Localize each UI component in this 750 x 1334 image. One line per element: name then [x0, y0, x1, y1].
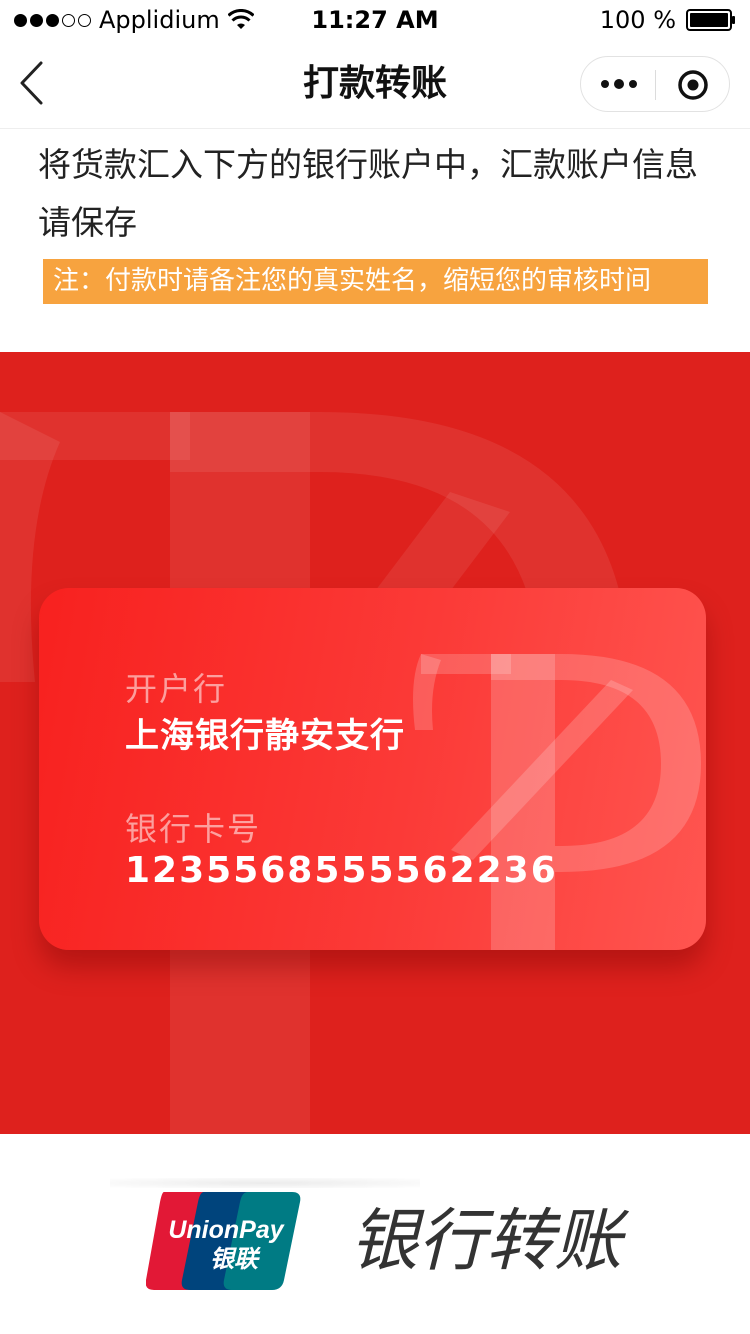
transfer-instructions: 将货款汇入下方的银行账户中，汇款账户信息请保存: [38, 145, 698, 242]
footer-shadow: [110, 1178, 420, 1188]
status-right: 100 %: [600, 4, 736, 36]
capsule-divider: [655, 70, 656, 100]
bank-name: 上海银行静安支行: [125, 716, 405, 756]
notice-banner: 注：付款时请备注您的真实姓名，缩短您的审核时间: [43, 259, 708, 304]
carrier-name: Applidium: [99, 6, 220, 34]
battery-icon: [686, 9, 735, 31]
status-bar: Applidium 11:27 AM 100 %: [0, 0, 750, 40]
bank-card: 开户行 上海银行静安支行 银行卡号 1235568555562236: [39, 588, 706, 950]
nav-bar: 打款转账: [0, 40, 750, 129]
footer-title: 银行转账: [350, 1202, 623, 1281]
bank-label: 开户行: [125, 670, 228, 708]
unionpay-logo-icon: UnionPay 银联: [146, 1192, 301, 1290]
card-logo-icon: [413, 654, 701, 950]
wifi-icon: [227, 9, 254, 29]
card-number: 1235568555562236: [125, 850, 558, 891]
card-panel: 开户行 上海银行静安支行 银行卡号 1235568555562236: [0, 352, 750, 1134]
mini-program-capsule: [580, 56, 730, 112]
svg-text:银联: 银联: [210, 1245, 261, 1273]
status-left: Applidium: [14, 4, 254, 36]
battery-percent: 100 %: [599, 6, 676, 34]
signal-strength-icon: [14, 13, 91, 27]
back-arrow-icon[interactable]: [14, 58, 50, 108]
card-number-label: 银行卡号: [125, 810, 262, 848]
svg-text:UnionPay: UnionPay: [168, 1216, 284, 1244]
more-icon[interactable]: [597, 70, 641, 98]
close-target-icon[interactable]: [676, 68, 710, 102]
